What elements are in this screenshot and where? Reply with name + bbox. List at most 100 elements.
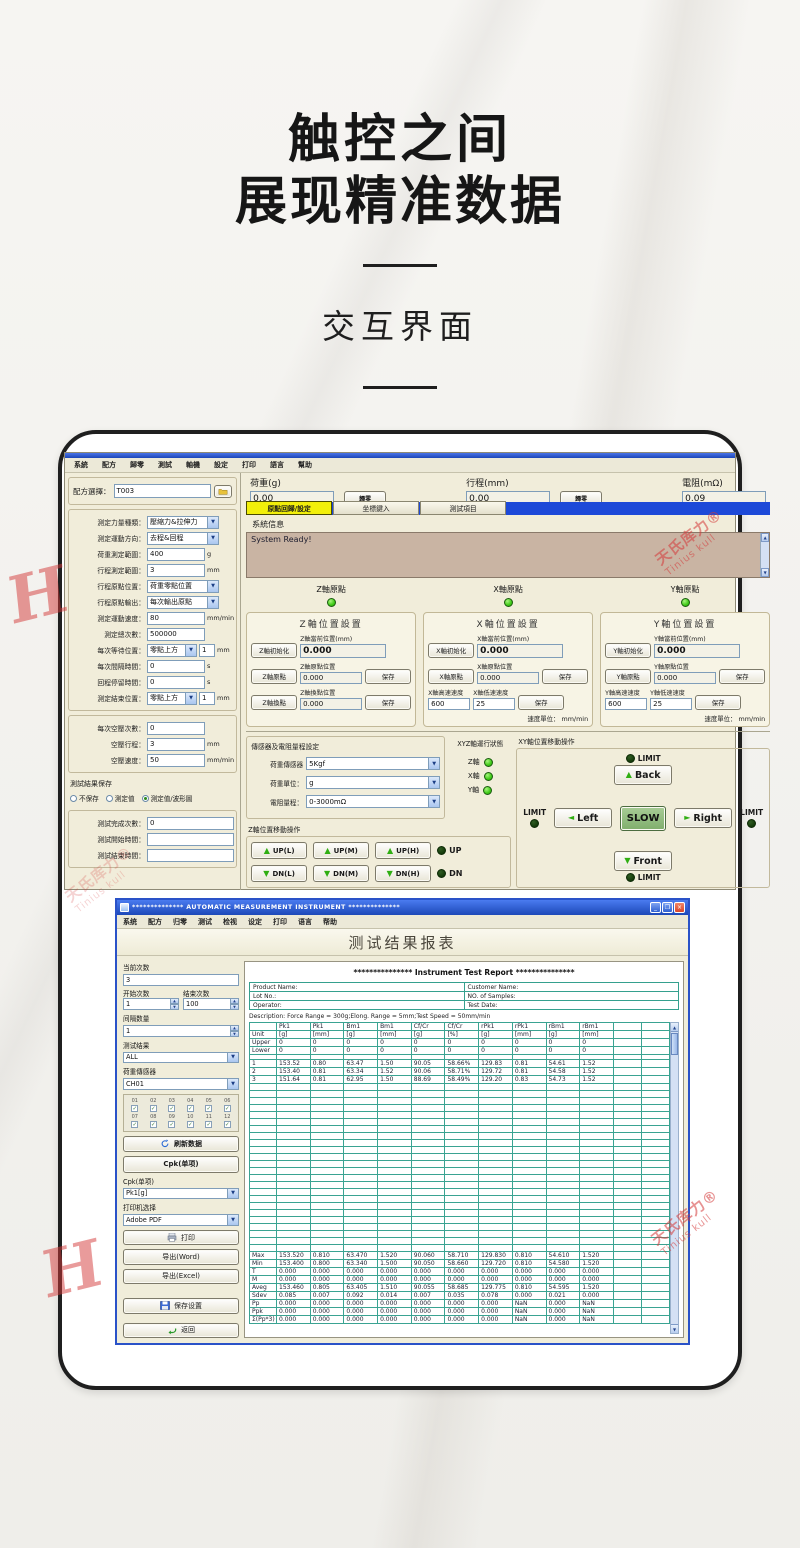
save-button[interactable]: 保存 xyxy=(365,669,411,684)
current-count-input[interactable]: 3 xyxy=(123,974,239,986)
dropdown-field[interactable]: 每次輸出原點▼ xyxy=(147,596,219,609)
menu-item[interactable]: 歸零 xyxy=(130,460,144,470)
radio-icon[interactable] xyxy=(70,795,77,802)
dropdown-field[interactable]: 零點上方▼ xyxy=(147,644,197,657)
text-field[interactable]: 0 xyxy=(147,660,205,673)
checkbox-icon[interactable]: ✓ xyxy=(168,1121,175,1128)
front-button[interactable]: ▼Front xyxy=(614,851,672,871)
axis-action-button[interactable]: Z軸原點 xyxy=(251,669,297,684)
recipe-input[interactable]: T003 xyxy=(114,484,212,498)
checkbox-icon[interactable]: ✓ xyxy=(168,1105,175,1112)
chevron-down-icon[interactable]: ▼ xyxy=(185,693,196,704)
printer-select[interactable]: Adobe PDF▼ xyxy=(123,1214,239,1226)
axis-action-button[interactable]: Z軸換點 xyxy=(251,695,297,710)
text-field[interactable]: 3 xyxy=(147,738,205,751)
save-settings-button[interactable]: 保存设置 xyxy=(123,1298,239,1313)
save-button[interactable]: 保存 xyxy=(365,695,411,710)
export-word-button[interactable]: 导出(Word) xyxy=(123,1249,239,1264)
scrollbar-thumb[interactable] xyxy=(671,1033,678,1055)
chevron-down-icon[interactable]: ▼ xyxy=(207,597,218,608)
save-option-radio[interactable]: 測定值/波形圖 xyxy=(142,793,193,803)
checkbox-icon[interactable]: ✓ xyxy=(131,1121,138,1128)
interval-input[interactable]: 1 xyxy=(123,1025,230,1037)
channel-checkbox[interactable]: 01 ✓ xyxy=(126,1098,144,1112)
menu-item[interactable]: 軸機 xyxy=(186,460,200,470)
table-scrollbar[interactable]: ▲ ▼ xyxy=(670,1022,679,1334)
tab[interactable]: 原點回歸/設定 xyxy=(246,501,332,515)
menu-item[interactable]: 打印 xyxy=(242,460,256,470)
end-count-input[interactable]: 100 xyxy=(183,998,230,1010)
return-button[interactable]: 返回 xyxy=(123,1323,239,1338)
scrollbar[interactable]: ▲ ▼ xyxy=(760,533,769,577)
result-filter-select[interactable]: ALL▼ xyxy=(123,1052,239,1064)
chevron-down-icon[interactable]: ▼ xyxy=(227,1053,238,1063)
chevron-down-icon[interactable]: ▼ xyxy=(185,645,196,656)
checkbox-icon[interactable]: ✓ xyxy=(224,1121,231,1128)
save-option-radio[interactable]: 不保存 xyxy=(70,793,99,803)
sensor-channel-select[interactable]: CH01▼ xyxy=(123,1078,239,1090)
channel-checkbox[interactable]: 09 ✓ xyxy=(163,1114,181,1128)
text-field[interactable]: 3 xyxy=(147,564,205,577)
text-field[interactable]: 500000 xyxy=(147,628,205,641)
channel-checkbox[interactable]: 07 ✓ xyxy=(126,1114,144,1128)
chevron-down-icon[interactable]: ▼ xyxy=(207,581,218,592)
menu-item[interactable]: 检视 xyxy=(223,917,237,927)
export-excel-button[interactable]: 导出(Excel) xyxy=(123,1269,239,1284)
checkbox-icon[interactable]: ✓ xyxy=(131,1105,138,1112)
menu-item[interactable]: 語言 xyxy=(270,460,284,470)
position-value[interactable]: 0.000 xyxy=(300,698,362,710)
axis-init-button[interactable]: X軸初始化 xyxy=(428,643,474,658)
menu-item[interactable]: 语言 xyxy=(298,917,312,927)
radio-icon[interactable] xyxy=(106,795,113,802)
stepper[interactable]: ▲▼ xyxy=(230,998,239,1010)
menu-item[interactable]: 設定 xyxy=(214,460,228,470)
low-speed-value[interactable]: 25 xyxy=(650,698,692,710)
chevron-down-icon[interactable]: ▼ xyxy=(227,1215,238,1225)
checkbox-icon[interactable]: ✓ xyxy=(224,1105,231,1112)
channel-checkbox[interactable]: 08 ✓ xyxy=(145,1114,163,1128)
axis-origin-button[interactable]: X軸原點 xyxy=(428,669,474,684)
cpk-select[interactable]: Pk1[g]▼ xyxy=(123,1188,239,1200)
high-speed-value[interactable]: 600 xyxy=(605,698,647,710)
origin-position-value[interactable]: 0.000 xyxy=(477,672,539,684)
text-field[interactable]: 400 xyxy=(147,548,205,561)
menu-item[interactable]: 測試 xyxy=(158,460,172,470)
close-button[interactable]: × xyxy=(674,902,685,913)
text-field[interactable]: 0 xyxy=(147,722,205,735)
cpk-button[interactable]: Cpk(单项) xyxy=(123,1156,239,1172)
menu-item[interactable]: 帮助 xyxy=(323,917,337,927)
channel-checkbox[interactable]: 10 ✓ xyxy=(182,1114,200,1128)
back-button[interactable]: ▲Back xyxy=(614,765,672,785)
chevron-down-icon[interactable]: ▼ xyxy=(428,796,439,807)
text-field[interactable]: 80 xyxy=(147,612,205,625)
left-button[interactable]: ◄Left xyxy=(554,808,612,828)
scroll-down-icon[interactable]: ▼ xyxy=(761,568,769,577)
right-button[interactable]: ►Right xyxy=(674,808,732,828)
checkbox-icon[interactable]: ✓ xyxy=(150,1121,157,1128)
save-button[interactable]: 保存 xyxy=(518,695,564,710)
position-value[interactable]: 0.000 xyxy=(300,672,362,684)
axis-origin-button[interactable]: Y軸原點 xyxy=(605,669,651,684)
checkbox-icon[interactable]: ✓ xyxy=(187,1105,194,1112)
menu-item[interactable]: 幫助 xyxy=(298,460,312,470)
chevron-down-icon[interactable]: ▼ xyxy=(428,758,439,769)
dropdown-field[interactable]: 5Kgf▼ xyxy=(306,757,440,770)
tab[interactable]: 坐標鍵入 xyxy=(333,501,419,515)
chevron-down-icon[interactable]: ▼ xyxy=(207,517,218,528)
z-up-button[interactable]: ▲UP(H) xyxy=(375,842,431,859)
menu-item[interactable]: 配方 xyxy=(102,460,116,470)
dropdown-field[interactable]: g▼ xyxy=(306,776,440,789)
z-up-button[interactable]: ▲UP(L) xyxy=(251,842,307,859)
start-count-input[interactable]: 1 xyxy=(123,998,170,1010)
save-button[interactable]: 保存 xyxy=(542,669,588,684)
secondary-value-field[interactable]: 1 xyxy=(199,644,215,657)
menu-item[interactable]: 系统 xyxy=(123,917,137,927)
secondary-value-field[interactable]: 1 xyxy=(199,692,215,705)
stepper[interactable]: ▲▼ xyxy=(170,998,179,1010)
low-speed-value[interactable]: 25 xyxy=(473,698,515,710)
channel-checkbox[interactable]: 12 ✓ xyxy=(219,1114,237,1128)
menu-item[interactable]: 配方 xyxy=(148,917,162,927)
dropdown-field[interactable]: 去程&回程▼ xyxy=(147,532,219,545)
origin-position-value[interactable]: 0.000 xyxy=(654,672,716,684)
save-option-radio[interactable]: 測定值 xyxy=(106,793,135,803)
